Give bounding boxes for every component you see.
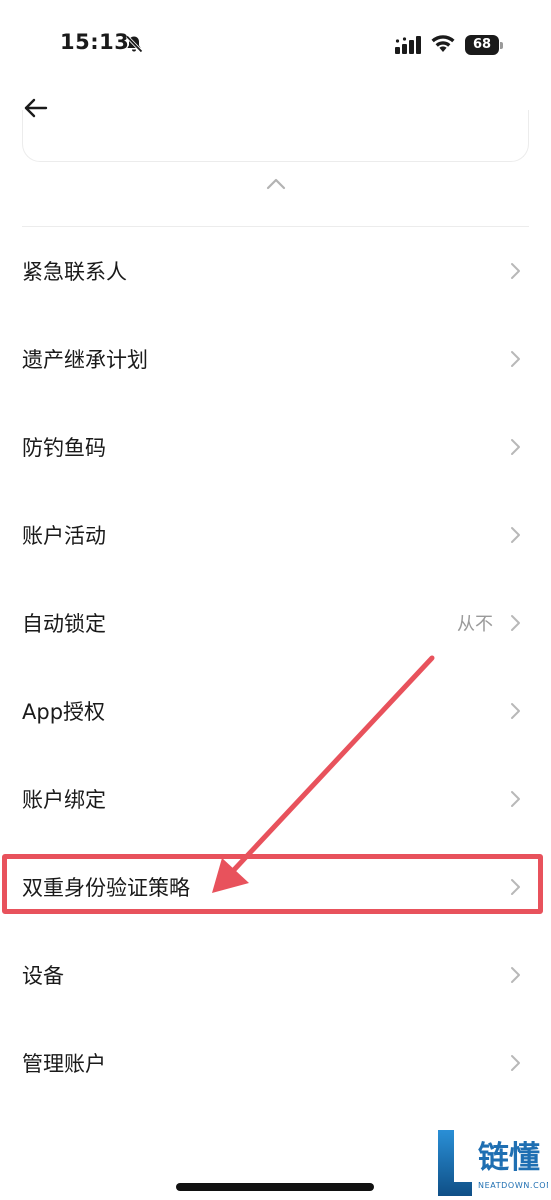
- chevron-right-icon: [511, 1055, 520, 1071]
- chevron-right-icon: [511, 615, 520, 631]
- wifi-icon: [431, 35, 455, 52]
- svg-text:链懂: 链懂: [478, 1140, 540, 1176]
- chevron-right-icon: [511, 439, 520, 455]
- menu-item-inheritance-plan[interactable]: 遗产继承计划: [0, 315, 551, 403]
- status-time: 15:13: [60, 30, 130, 54]
- menu-item-label: 紧急联系人: [22, 260, 127, 284]
- chevron-up-icon[interactable]: [262, 174, 290, 194]
- menu-item-label: 遗产继承计划: [22, 348, 148, 372]
- chevron-right-icon: [511, 527, 520, 543]
- menu-item-label: 自动锁定: [22, 612, 106, 636]
- menu-item-devices[interactable]: 设备: [0, 931, 551, 1019]
- menu-item-label: 账户活动: [22, 524, 106, 548]
- battery-level: 68: [465, 35, 499, 55]
- menu-item-label: 双重身份验证策略: [22, 876, 190, 900]
- svg-text:NEATDOWN.COM: NEATDOWN.COM: [478, 1181, 548, 1190]
- chevron-right-icon: [511, 967, 520, 983]
- menu-item-account-activity[interactable]: 账户活动: [0, 491, 551, 579]
- menu-item-account-binding[interactable]: 账户绑定: [0, 755, 551, 843]
- status-bar: 15:13 68: [0, 0, 551, 90]
- menu-item-label: 设备: [22, 964, 64, 988]
- menu-item-manage-account[interactable]: 管理账户: [0, 1019, 551, 1107]
- bell-slash-icon: [125, 35, 143, 53]
- watermark-logo: 链懂 NEATDOWN.COM: [436, 1130, 551, 1196]
- menu-item-app-authorization[interactable]: App授权: [0, 667, 551, 755]
- battery-icon: 68: [465, 35, 503, 55]
- settings-menu-list: 紧急联系人 遗产继承计划 防钓鱼码 账户活动 自动锁定 从不 App授权 账户绑…: [0, 227, 551, 1107]
- battery-tip: [500, 42, 503, 49]
- home-indicator[interactable]: [176, 1183, 374, 1191]
- menu-item-emergency-contact[interactable]: 紧急联系人: [0, 227, 551, 315]
- menu-item-2fa-policy[interactable]: 双重身份验证策略: [0, 843, 551, 931]
- chevron-right-icon: [511, 879, 520, 895]
- menu-item-label: 管理账户: [22, 1052, 106, 1076]
- chevron-right-icon: [511, 263, 520, 279]
- collapsed-card: [22, 110, 529, 162]
- menu-item-label: 账户绑定: [22, 788, 106, 812]
- auto-lock-value: 从不: [457, 614, 493, 635]
- chevron-right-icon: [511, 351, 520, 367]
- signal-icon: [395, 36, 421, 54]
- chevron-right-icon: [511, 791, 520, 807]
- menu-item-label: 防钓鱼码: [22, 436, 106, 460]
- menu-item-anti-phishing-code[interactable]: 防钓鱼码: [0, 403, 551, 491]
- menu-item-auto-lock[interactable]: 自动锁定 从不: [0, 579, 551, 667]
- chevron-right-icon: [511, 703, 520, 719]
- menu-item-label: App授权: [22, 700, 106, 724]
